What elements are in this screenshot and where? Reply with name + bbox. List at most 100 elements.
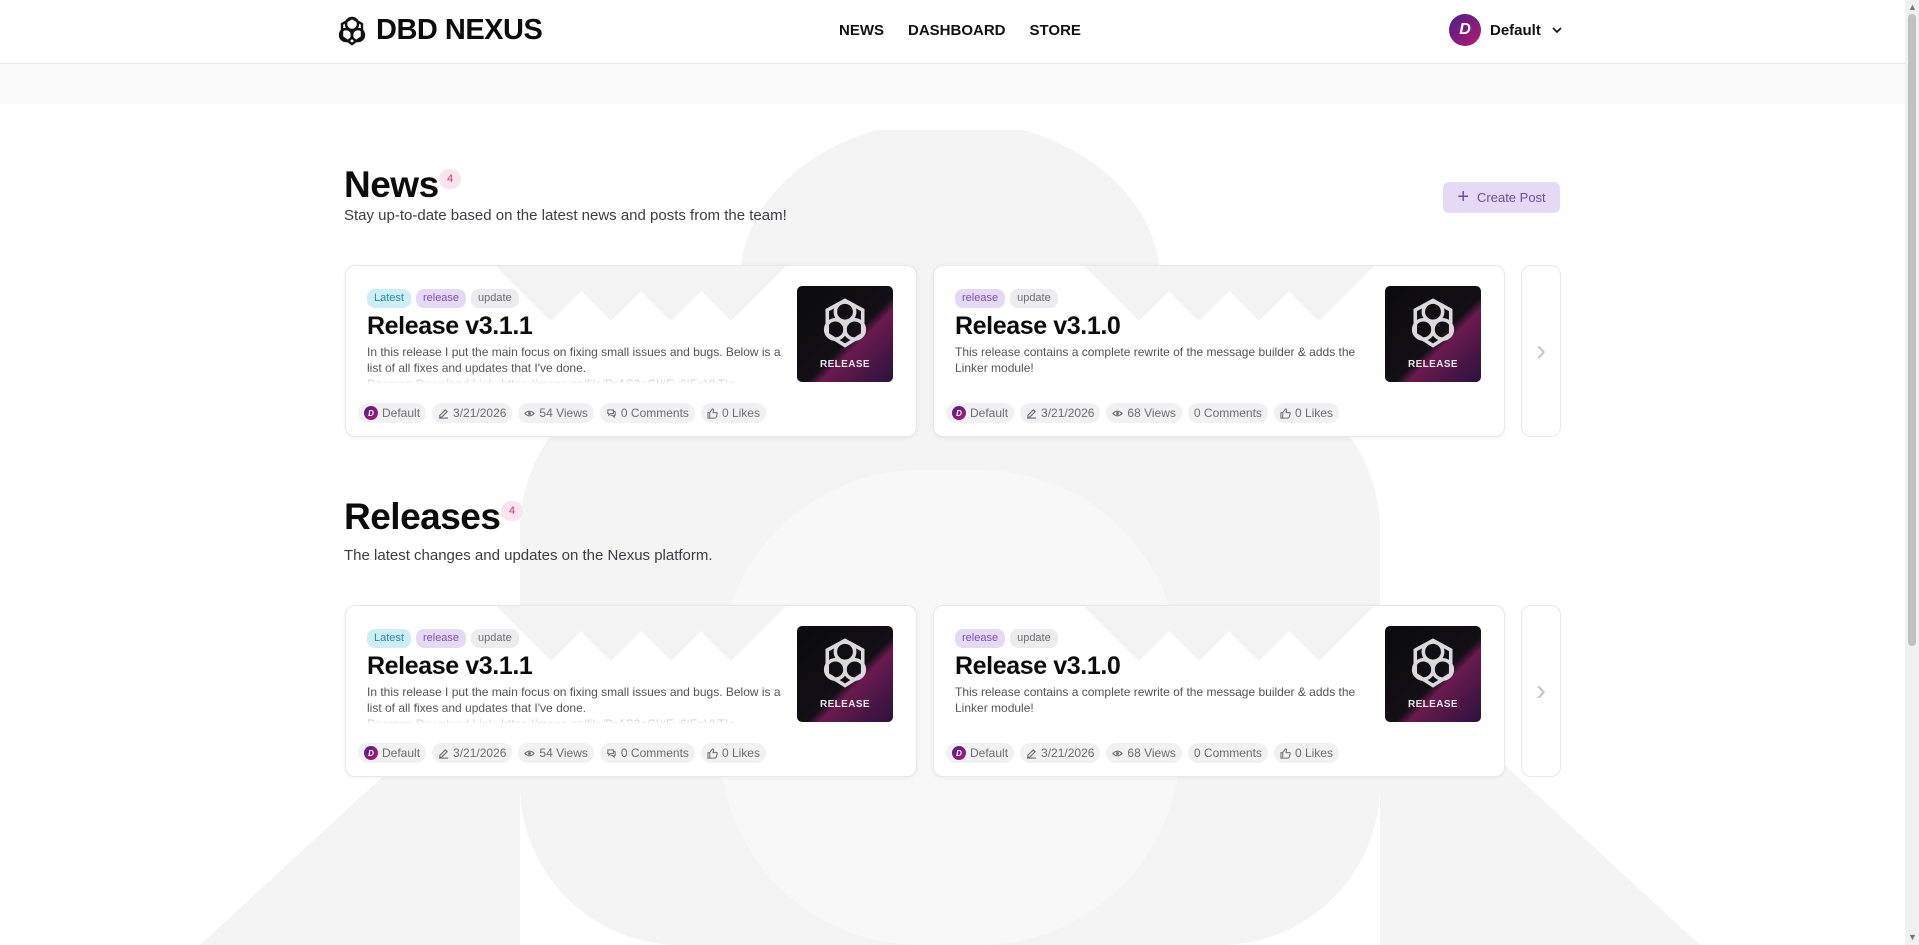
scroll-down-arrow-icon[interactable]: ▼ bbox=[1908, 933, 1917, 942]
edit-icon bbox=[438, 408, 449, 419]
tag-latest[interactable]: Latest bbox=[367, 629, 411, 648]
post-title: Release v3.1.1 bbox=[367, 652, 533, 680]
thumbs-up-icon bbox=[1280, 747, 1291, 759]
post-likes: 0 Likes bbox=[721, 746, 760, 760]
tag-release[interactable]: release bbox=[955, 289, 1006, 308]
date-chip: 3/21/2026 bbox=[1020, 403, 1101, 423]
edit-icon bbox=[438, 748, 449, 759]
post-excerpt: In this release I put the main focus on … bbox=[367, 344, 787, 384]
create-post-button[interactable]: + Create Post bbox=[1443, 182, 1560, 213]
post-excerpt-more: Daemon Download Link: https://mega.nz/fi… bbox=[367, 377, 749, 384]
author-chip[interactable]: D Default bbox=[358, 403, 427, 423]
likes-chip[interactable]: 0 Likes bbox=[700, 403, 766, 423]
author-name: Default bbox=[382, 746, 421, 760]
likes-chip[interactable]: 0 Likes bbox=[1273, 743, 1339, 763]
author-chip[interactable]: D Default bbox=[946, 743, 1015, 763]
comments-chip[interactable]: 0 Comments bbox=[1187, 403, 1268, 423]
page-scrollbar[interactable]: ▲ ▼ bbox=[1905, 0, 1919, 945]
post-views: 54 Views bbox=[539, 746, 588, 760]
thumbnail-label: RELEASE bbox=[819, 699, 871, 710]
nav-news[interactable]: NEWS bbox=[839, 22, 884, 39]
tag-latest[interactable]: Latest bbox=[367, 289, 411, 308]
post-excerpt-text: This release contains a complete rewrite… bbox=[955, 685, 1356, 715]
likes-chip[interactable]: 0 Likes bbox=[700, 743, 766, 763]
post-comments: 0 Comments bbox=[620, 746, 689, 760]
edit-icon bbox=[1026, 748, 1037, 759]
comments-chip[interactable]: 0 Comments bbox=[1187, 743, 1268, 763]
likes-chip[interactable]: 0 Likes bbox=[1273, 403, 1339, 423]
comments-icon bbox=[607, 748, 616, 758]
subheader-band bbox=[0, 64, 1905, 104]
date-chip: 3/21/2026 bbox=[1020, 743, 1101, 763]
news-carousel-next[interactable]: › bbox=[1521, 265, 1561, 437]
post-date: 3/21/2026 bbox=[453, 406, 507, 420]
post-thumbnail: RELEASE bbox=[797, 626, 893, 722]
releases-post-card[interactable]: release update Release v3.1.0 This releas… bbox=[933, 605, 1505, 777]
post-likes: 0 Likes bbox=[1294, 406, 1333, 420]
post-excerpt: This release contains a complete rewrite… bbox=[955, 684, 1375, 724]
releases-section-title: Releases bbox=[344, 496, 501, 537]
tag-update[interactable]: update bbox=[1010, 629, 1058, 648]
tag-update[interactable]: update bbox=[471, 629, 519, 648]
thumbnail-label: RELEASE bbox=[1407, 699, 1459, 710]
nexus-logo-icon bbox=[823, 638, 867, 688]
releases-count-badge: 4 bbox=[501, 501, 523, 521]
author-name: Default bbox=[970, 406, 1009, 420]
nav-store[interactable]: STORE bbox=[1030, 22, 1081, 39]
nexus-logo-icon bbox=[823, 298, 867, 348]
releases-carousel-next[interactable]: › bbox=[1521, 605, 1561, 777]
nexus-logo-icon bbox=[338, 16, 366, 45]
author-name: Default bbox=[382, 406, 421, 420]
post-excerpt-text: In this release I put the main focus on … bbox=[367, 685, 781, 715]
tag-release[interactable]: release bbox=[415, 629, 467, 648]
post-title: Release v3.1.0 bbox=[955, 652, 1121, 680]
scrollbar-thumb[interactable] bbox=[1908, 14, 1916, 646]
avatar: D bbox=[1449, 14, 1481, 46]
comments-chip[interactable]: 0 Comments bbox=[599, 743, 695, 763]
plus-icon: + bbox=[1457, 185, 1470, 208]
post-likes: 0 Likes bbox=[1294, 746, 1333, 760]
views-chip: 68 Views bbox=[1106, 743, 1182, 763]
eye-icon bbox=[1112, 410, 1124, 416]
tag-update[interactable]: update bbox=[1010, 289, 1058, 308]
post-views: 68 Views bbox=[1127, 746, 1176, 760]
scroll-up-arrow-icon[interactable]: ▲ bbox=[1908, 3, 1917, 12]
date-chip: 3/21/2026 bbox=[432, 743, 513, 763]
brand[interactable]: DBD NEXUS bbox=[336, 14, 543, 47]
tag-update[interactable]: update bbox=[471, 289, 519, 308]
comments-icon bbox=[607, 408, 616, 418]
news-post-card[interactable]: Latest release update Release v3.1.1 In th… bbox=[345, 265, 917, 437]
tag-release[interactable]: release bbox=[415, 289, 467, 308]
tag-list: Latest release update bbox=[367, 629, 519, 648]
brand-name: DBD NEXUS bbox=[376, 14, 543, 46]
user-menu[interactable]: D Default bbox=[1449, 14, 1564, 46]
thumbnail-label: RELEASE bbox=[1407, 359, 1459, 370]
views-chip: 54 Views bbox=[518, 743, 594, 763]
author-chip[interactable]: D Default bbox=[946, 403, 1015, 423]
news-section-title: News bbox=[344, 164, 439, 205]
post-comments: 0 Comments bbox=[1193, 406, 1262, 420]
releases-post-card[interactable]: Latest release update Release v3.1.1 In th… bbox=[345, 605, 917, 777]
post-meta: D Default 3/21/2026 68 Views 0 Comments … bbox=[946, 743, 1339, 763]
nav-dashboard[interactable]: DASHBOARD bbox=[908, 22, 1006, 39]
post-title: Release v3.1.1 bbox=[367, 312, 533, 340]
chevron-right-icon: › bbox=[1536, 674, 1546, 707]
post-excerpt: This release contains a complete rewrite… bbox=[955, 344, 1375, 384]
post-comments: 0 Comments bbox=[1193, 746, 1262, 760]
user-name: Default bbox=[1490, 21, 1541, 39]
author-avatar: D bbox=[364, 746, 378, 760]
post-date: 3/21/2026 bbox=[1041, 746, 1095, 760]
post-thumbnail: RELEASE bbox=[1385, 286, 1481, 382]
eye-icon bbox=[1112, 750, 1124, 756]
author-chip[interactable]: D Default bbox=[358, 743, 427, 763]
news-post-card[interactable]: release update Release v3.1.0 This releas… bbox=[933, 265, 1505, 437]
author-avatar: D bbox=[364, 406, 378, 420]
post-thumbnail: RELEASE bbox=[797, 286, 893, 382]
author-avatar: D bbox=[952, 746, 966, 760]
chevron-right-icon: › bbox=[1536, 334, 1546, 367]
post-likes: 0 Likes bbox=[721, 406, 760, 420]
comments-chip[interactable]: 0 Comments bbox=[599, 403, 695, 423]
edit-icon bbox=[1026, 408, 1037, 419]
tag-release[interactable]: release bbox=[955, 629, 1006, 648]
chevron-down-icon bbox=[1552, 27, 1562, 34]
